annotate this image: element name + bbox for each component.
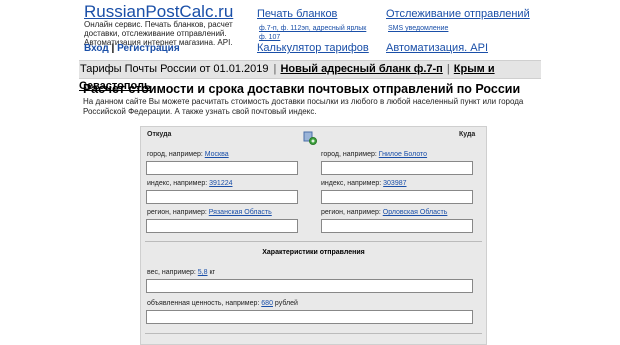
page-title: Расчет стоимости и срока доставки почтов… bbox=[83, 82, 521, 96]
intro-text: На данном сайте Вы можете расчитать стои… bbox=[83, 97, 524, 116]
tab-separator: | bbox=[446, 63, 450, 75]
from-region-example[interactable]: Рязанская Область bbox=[209, 209, 272, 216]
nav-print-forms-sub2[interactable]: ф. 107 bbox=[259, 33, 280, 42]
top-tab-bar: Тарифы Почты России от 01.01.2019 | Новы… bbox=[79, 60, 541, 92]
to-city-input[interactable] bbox=[321, 161, 473, 175]
nav-print-forms[interactable]: Печать бланков bbox=[257, 8, 337, 20]
to-region-label: регион, например: Орловская Область bbox=[321, 209, 448, 216]
characteristics-header: Характеристики отправления bbox=[262, 249, 365, 256]
nav-automation[interactable]: Автоматизация. API bbox=[386, 42, 488, 54]
auth-separator: | bbox=[111, 43, 115, 54]
from-index-example[interactable]: 391224 bbox=[209, 180, 232, 187]
auth-links: Вход | Регистрация bbox=[84, 43, 180, 54]
swap-direction-icon[interactable] bbox=[303, 131, 317, 145]
site-logo-link[interactable]: RussianPostCalc.ru bbox=[84, 2, 233, 22]
weight-label: вес, например: 5,8 кг bbox=[147, 269, 216, 276]
to-index-label: индекс, например: 303987 bbox=[321, 180, 407, 187]
nav-tracking-sub[interactable]: SMS уведомление bbox=[388, 24, 448, 33]
to-region-example[interactable]: Орловская Область bbox=[383, 209, 448, 216]
from-city-example[interactable]: Москва bbox=[205, 151, 229, 158]
nav-print-forms-sub1[interactable]: ф.7-п, ф. 112эп, адресный ярлык bbox=[259, 24, 366, 33]
section-divider bbox=[145, 333, 482, 334]
tab-new-form[interactable]: Новый адресный бланк ф.7-п bbox=[280, 63, 442, 75]
weight-input[interactable] bbox=[146, 279, 473, 293]
site-header: RussianPostCalc.ru Онлайн сервис. Печать… bbox=[0, 0, 620, 60]
calc-form: Откуда Куда город, например: Москва горо… bbox=[140, 126, 487, 345]
section-divider bbox=[145, 241, 482, 242]
nav-tariff-calc[interactable]: Калькулятор тарифов bbox=[257, 42, 369, 54]
tab-tariffs-label: Тарифы Почты России от 01.01.2019 bbox=[80, 63, 269, 75]
from-index-label: индекс, например: 391224 bbox=[147, 180, 233, 187]
from-header: Откуда bbox=[147, 131, 172, 138]
from-city-input[interactable] bbox=[146, 161, 298, 175]
from-region-input[interactable] bbox=[146, 219, 298, 233]
tab-separator: | bbox=[273, 63, 277, 75]
weight-example[interactable]: 5,8 bbox=[198, 269, 208, 276]
declared-value-example[interactable]: 680 bbox=[261, 300, 273, 307]
from-region-label: регион, например: Рязанская Область bbox=[147, 209, 272, 216]
login-link[interactable]: Вход bbox=[84, 43, 109, 54]
to-city-label: город, например: Гнилое Болото bbox=[321, 151, 428, 158]
to-index-input[interactable] bbox=[321, 190, 473, 204]
to-region-input[interactable] bbox=[321, 219, 473, 233]
to-index-example[interactable]: 303987 bbox=[383, 180, 406, 187]
from-index-input[interactable] bbox=[146, 190, 298, 204]
register-link[interactable]: Регистрация bbox=[117, 43, 180, 54]
to-header: Куда bbox=[459, 131, 476, 138]
nav-tracking[interactable]: Отслеживание отправлений bbox=[386, 8, 530, 20]
from-city-label: город, например: Москва bbox=[147, 151, 229, 158]
declared-value-label: объявленная ценность, например: 680 рубл… bbox=[147, 300, 298, 307]
declared-value-input[interactable] bbox=[146, 310, 473, 324]
to-city-example[interactable]: Гнилое Болото bbox=[379, 151, 427, 158]
